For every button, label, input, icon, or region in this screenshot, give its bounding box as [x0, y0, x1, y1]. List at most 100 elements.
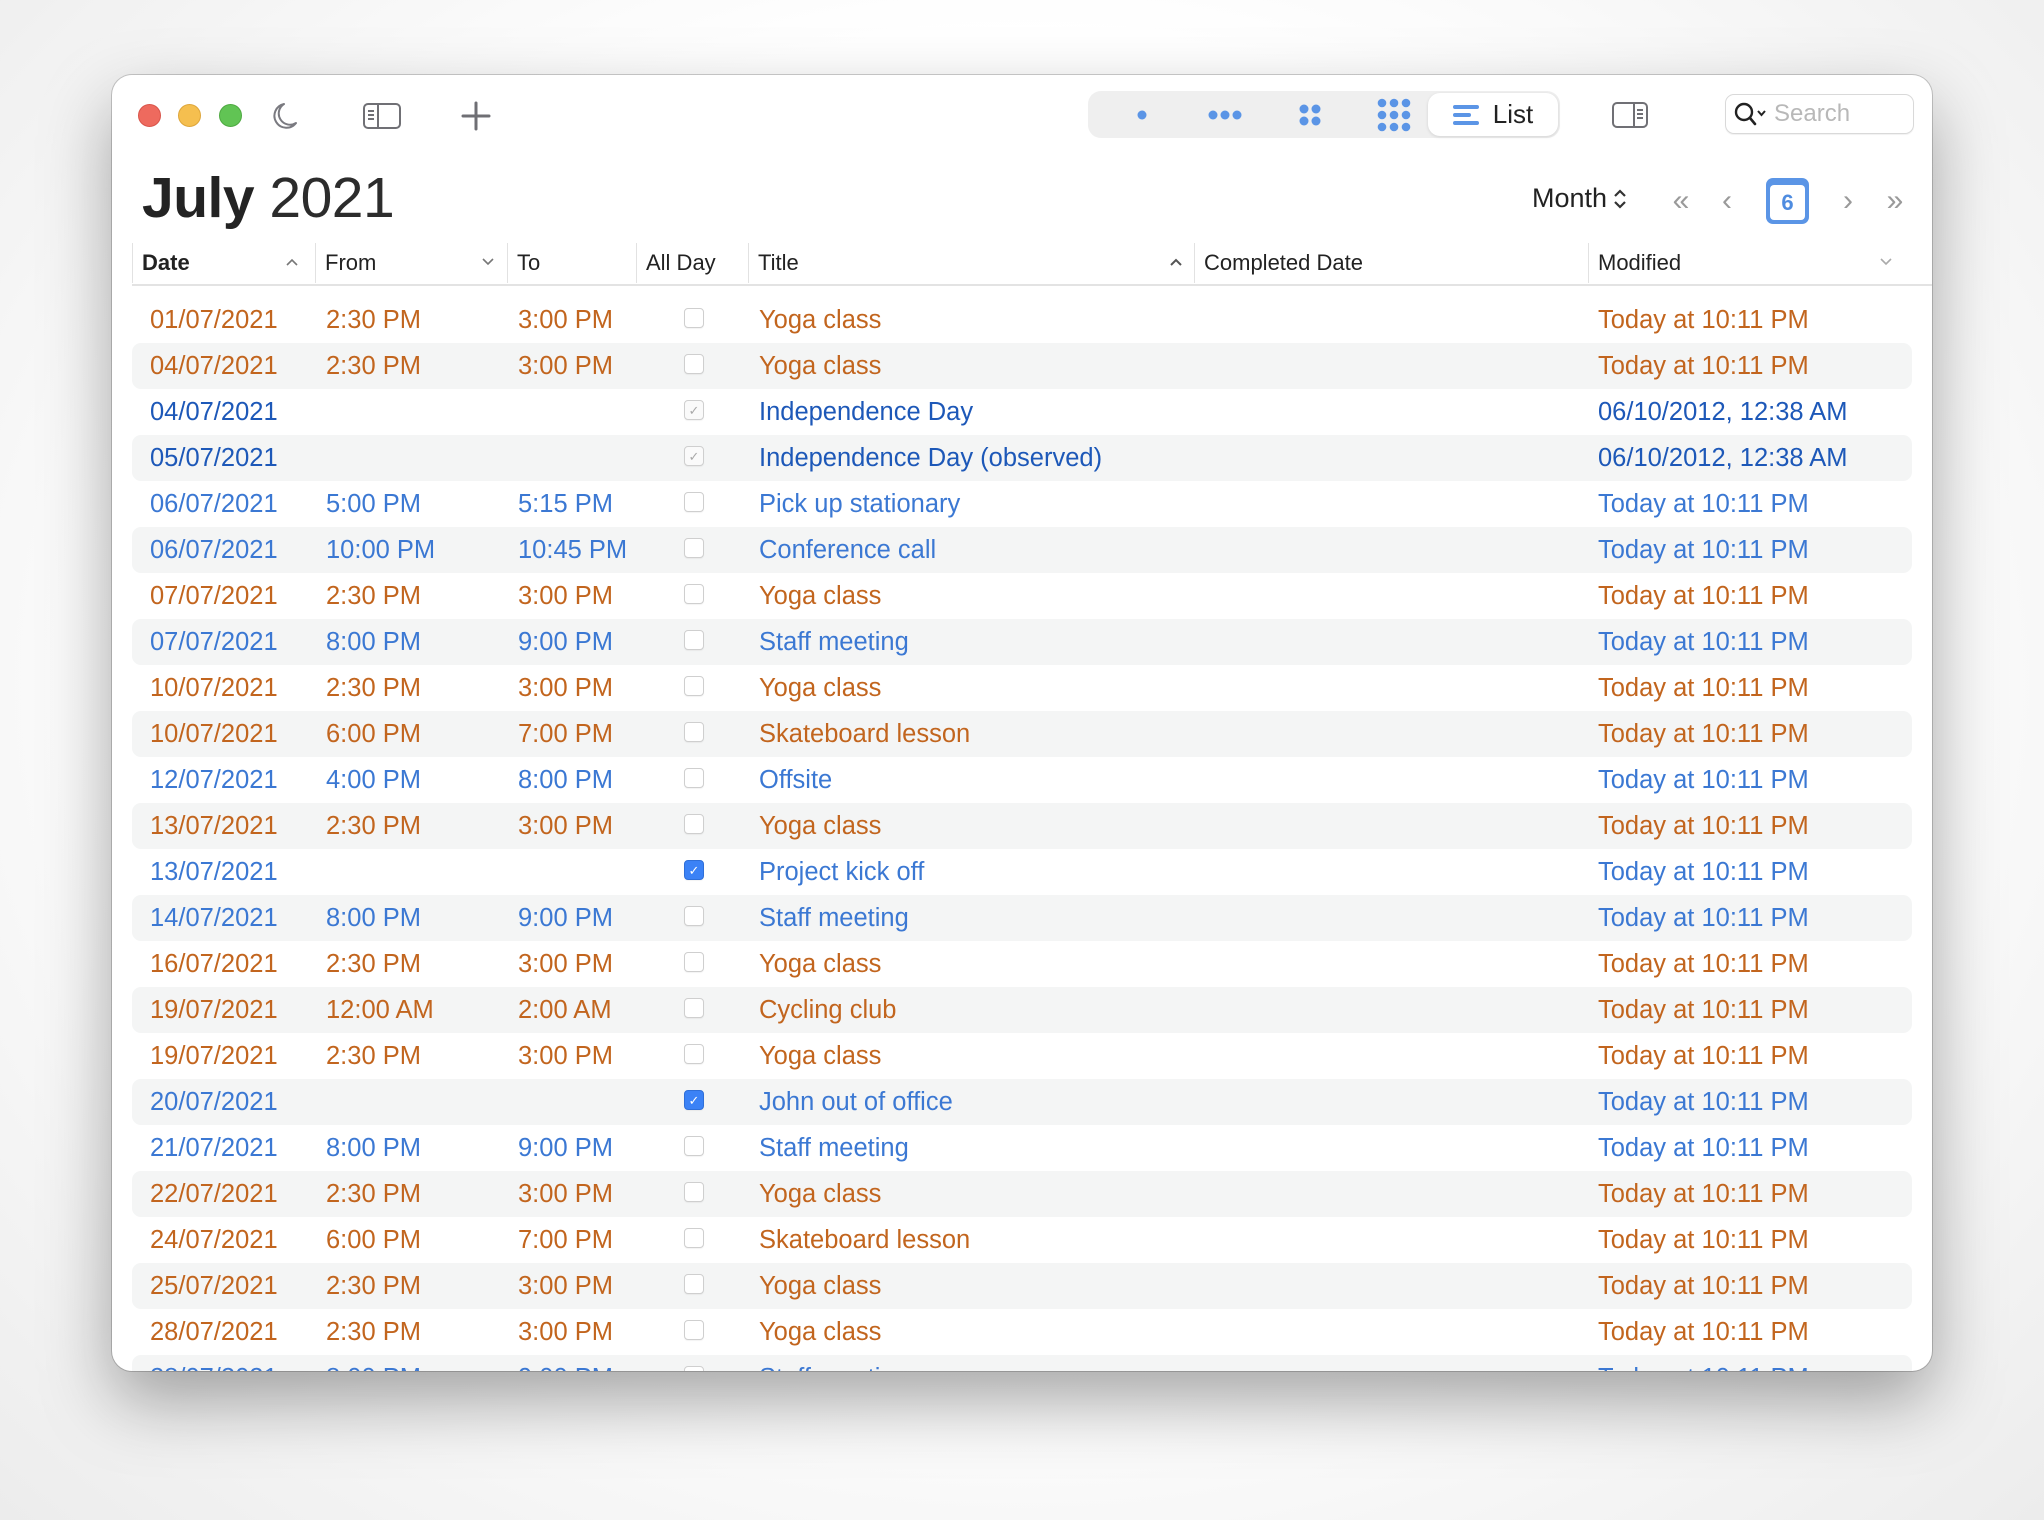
table-row[interactable]: 12/07/2021 4:00 PM 8:00 PM Offsite Today… [132, 757, 1912, 803]
next-month-button[interactable]: › [1833, 181, 1863, 221]
all-day-checkbox[interactable] [684, 1366, 704, 1371]
cell-modified: Today at 10:11 PM [1598, 720, 1809, 748]
cell-to: 7:00 PM [518, 720, 613, 748]
view-list-button[interactable]: List [1428, 93, 1558, 136]
cell-modified: Today at 10:11 PM [1598, 1318, 1809, 1346]
table-row[interactable]: 07/07/2021 8:00 PM 9:00 PM Staff meeting… [132, 619, 1912, 665]
cell-modified: Today at 10:11 PM [1598, 950, 1809, 978]
cell-date: 16/07/2021 [150, 950, 278, 978]
all-day-checkbox[interactable] [684, 1136, 704, 1156]
all-day-checkbox[interactable] [684, 538, 704, 558]
all-day-checkbox[interactable] [684, 952, 704, 972]
cell-title: Staff meeting [759, 628, 909, 656]
all-day-checkbox[interactable] [684, 814, 704, 834]
search-field[interactable] [1725, 94, 1914, 134]
table-row[interactable]: 06/07/2021 10:00 PM 10:45 PM Conference … [132, 527, 1912, 573]
column-header-from[interactable]: From [315, 243, 507, 283]
all-day-checkbox[interactable] [684, 354, 704, 374]
all-day-checkbox[interactable] [684, 722, 704, 742]
all-day-checkbox[interactable] [684, 1044, 704, 1064]
cell-to: 9:00 PM [518, 1134, 613, 1162]
previous-month-button[interactable]: ‹ [1712, 181, 1742, 221]
all-day-checkbox[interactable] [684, 1228, 704, 1248]
plus-icon [461, 101, 491, 131]
view-day-button[interactable] [1107, 91, 1177, 138]
table-row[interactable]: 10/07/2021 2:30 PM 3:00 PM Yoga class To… [132, 665, 1912, 711]
cell-date: 13/07/2021 [150, 858, 278, 886]
table-row[interactable]: 13/07/2021 ✓ Project kick off Today at 1… [132, 849, 1912, 895]
previous-year-button[interactable]: « [1666, 181, 1696, 221]
all-day-checkbox[interactable] [684, 1274, 704, 1294]
all-day-checkbox[interactable] [684, 630, 704, 650]
all-day-checkbox[interactable]: ✓ [684, 860, 704, 880]
cell-title: Independence Day (observed) [759, 444, 1103, 472]
table-row[interactable]: 10/07/2021 6:00 PM 7:00 PM Skateboard le… [132, 711, 1912, 757]
table-row[interactable]: 04/07/2021 2:30 PM 3:00 PM Yoga class To… [132, 343, 1912, 389]
table-row[interactable]: 13/07/2021 2:30 PM 3:00 PM Yoga class To… [132, 803, 1912, 849]
inspector-toggle-button[interactable] [1608, 97, 1652, 133]
table-row[interactable]: 19/07/2021 2:30 PM 3:00 PM Yoga class To… [132, 1033, 1912, 1079]
column-header-modified[interactable]: Modified [1588, 243, 1912, 283]
all-day-checkbox[interactable] [684, 584, 704, 604]
table-row[interactable]: 24/07/2021 6:00 PM 7:00 PM Skateboard le… [132, 1217, 1912, 1263]
table-row[interactable]: 16/07/2021 2:30 PM 3:00 PM Yoga class To… [132, 941, 1912, 987]
table-row[interactable]: 06/07/2021 5:00 PM 5:15 PM Pick up stati… [132, 481, 1912, 527]
cell-date: 20/07/2021 [150, 1088, 278, 1116]
all-day-checkbox[interactable] [684, 768, 704, 788]
all-day-checkbox[interactable] [684, 676, 704, 696]
close-button[interactable] [138, 104, 161, 127]
all-day-checkbox[interactable]: ✓ [684, 1090, 704, 1110]
cell-to: 5:15 PM [518, 490, 613, 518]
minimize-button[interactable] [178, 104, 201, 127]
cell-modified: Today at 10:11 PM [1598, 1042, 1809, 1070]
moon-icon[interactable] [270, 99, 300, 133]
column-header-completed-date[interactable]: Completed Date [1194, 243, 1588, 283]
next-year-button[interactable]: » [1880, 181, 1910, 221]
period-selector[interactable]: Month [1532, 183, 1627, 214]
add-event-button[interactable] [456, 97, 496, 135]
table-row[interactable]: 20/07/2021 ✓ John out of office Today at… [132, 1079, 1912, 1125]
table-row[interactable]: 07/07/2021 2:30 PM 3:00 PM Yoga class To… [132, 573, 1912, 619]
cell-modified: Today at 10:11 PM [1598, 582, 1809, 610]
column-header-title[interactable]: Title [748, 243, 1194, 283]
table-row[interactable]: 28/07/2021 2:30 PM 3:00 PM Yoga class To… [132, 1309, 1912, 1355]
cell-modified: Today at 10:11 PM [1598, 1134, 1809, 1162]
table-row[interactable]: 04/07/2021 ✓ Independence Day 06/10/2012… [132, 389, 1912, 435]
single-dot-icon [1137, 110, 1147, 119]
all-day-checkbox[interactable] [684, 1182, 704, 1202]
table-row[interactable]: 22/07/2021 2:30 PM 3:00 PM Yoga class To… [132, 1171, 1912, 1217]
table-row[interactable]: 01/07/2021 2:30 PM 3:00 PM Yoga class To… [132, 297, 1912, 343]
search-input[interactable] [1774, 100, 1894, 128]
cell-from: 2:30 PM [326, 1318, 421, 1346]
cell-from: 2:30 PM [326, 674, 421, 702]
all-day-checkbox[interactable] [684, 906, 704, 926]
cell-title: Staff meeting [759, 1355, 909, 1371]
column-header-title-label: Title [758, 250, 799, 275]
all-day-checkbox[interactable] [684, 1320, 704, 1340]
table-header: Date From To All Day Title Completed Dat… [132, 243, 1932, 286]
today-button[interactable]: 6 [1766, 178, 1809, 224]
sidebar-toggle-icon[interactable] [362, 101, 402, 131]
table-row[interactable]: 14/07/2021 8:00 PM 9:00 PM Staff meeting… [132, 895, 1912, 941]
table-row[interactable]: 25/07/2021 2:30 PM 3:00 PM Yoga class To… [132, 1263, 1912, 1309]
table-row[interactable]: 19/07/2021 12:00 AM 2:00 AM Cycling club… [132, 987, 1912, 1033]
zoom-button[interactable] [219, 104, 242, 127]
cell-from: 8:00 PM [326, 1355, 421, 1371]
view-year-button[interactable] [1359, 91, 1429, 138]
table-row[interactable]: 28/07/2021 8:00 PM 9:00 PM Staff meeting… [132, 1355, 1912, 1371]
column-header-all-day[interactable]: All Day [636, 243, 748, 283]
table-row[interactable]: 21/07/2021 8:00 PM 9:00 PM Staff meeting… [132, 1125, 1912, 1171]
table-row[interactable]: 05/07/2021 ✓ Independence Day (observed)… [132, 435, 1912, 481]
view-week-button[interactable] [1190, 91, 1260, 138]
cell-modified: Today at 10:11 PM [1598, 1355, 1809, 1371]
all-day-checkbox[interactable] [684, 492, 704, 512]
cell-to: 9:00 PM [518, 1355, 613, 1371]
cell-modified: Today at 10:11 PM [1598, 996, 1809, 1024]
cell-from: 12:00 AM [326, 996, 434, 1024]
cell-title: Skateboard lesson [759, 1226, 971, 1254]
column-header-to[interactable]: To [507, 243, 636, 283]
all-day-checkbox[interactable] [684, 998, 704, 1018]
all-day-checkbox[interactable] [684, 308, 704, 328]
column-header-date[interactable]: Date [132, 243, 315, 283]
view-month-button[interactable] [1275, 91, 1345, 138]
